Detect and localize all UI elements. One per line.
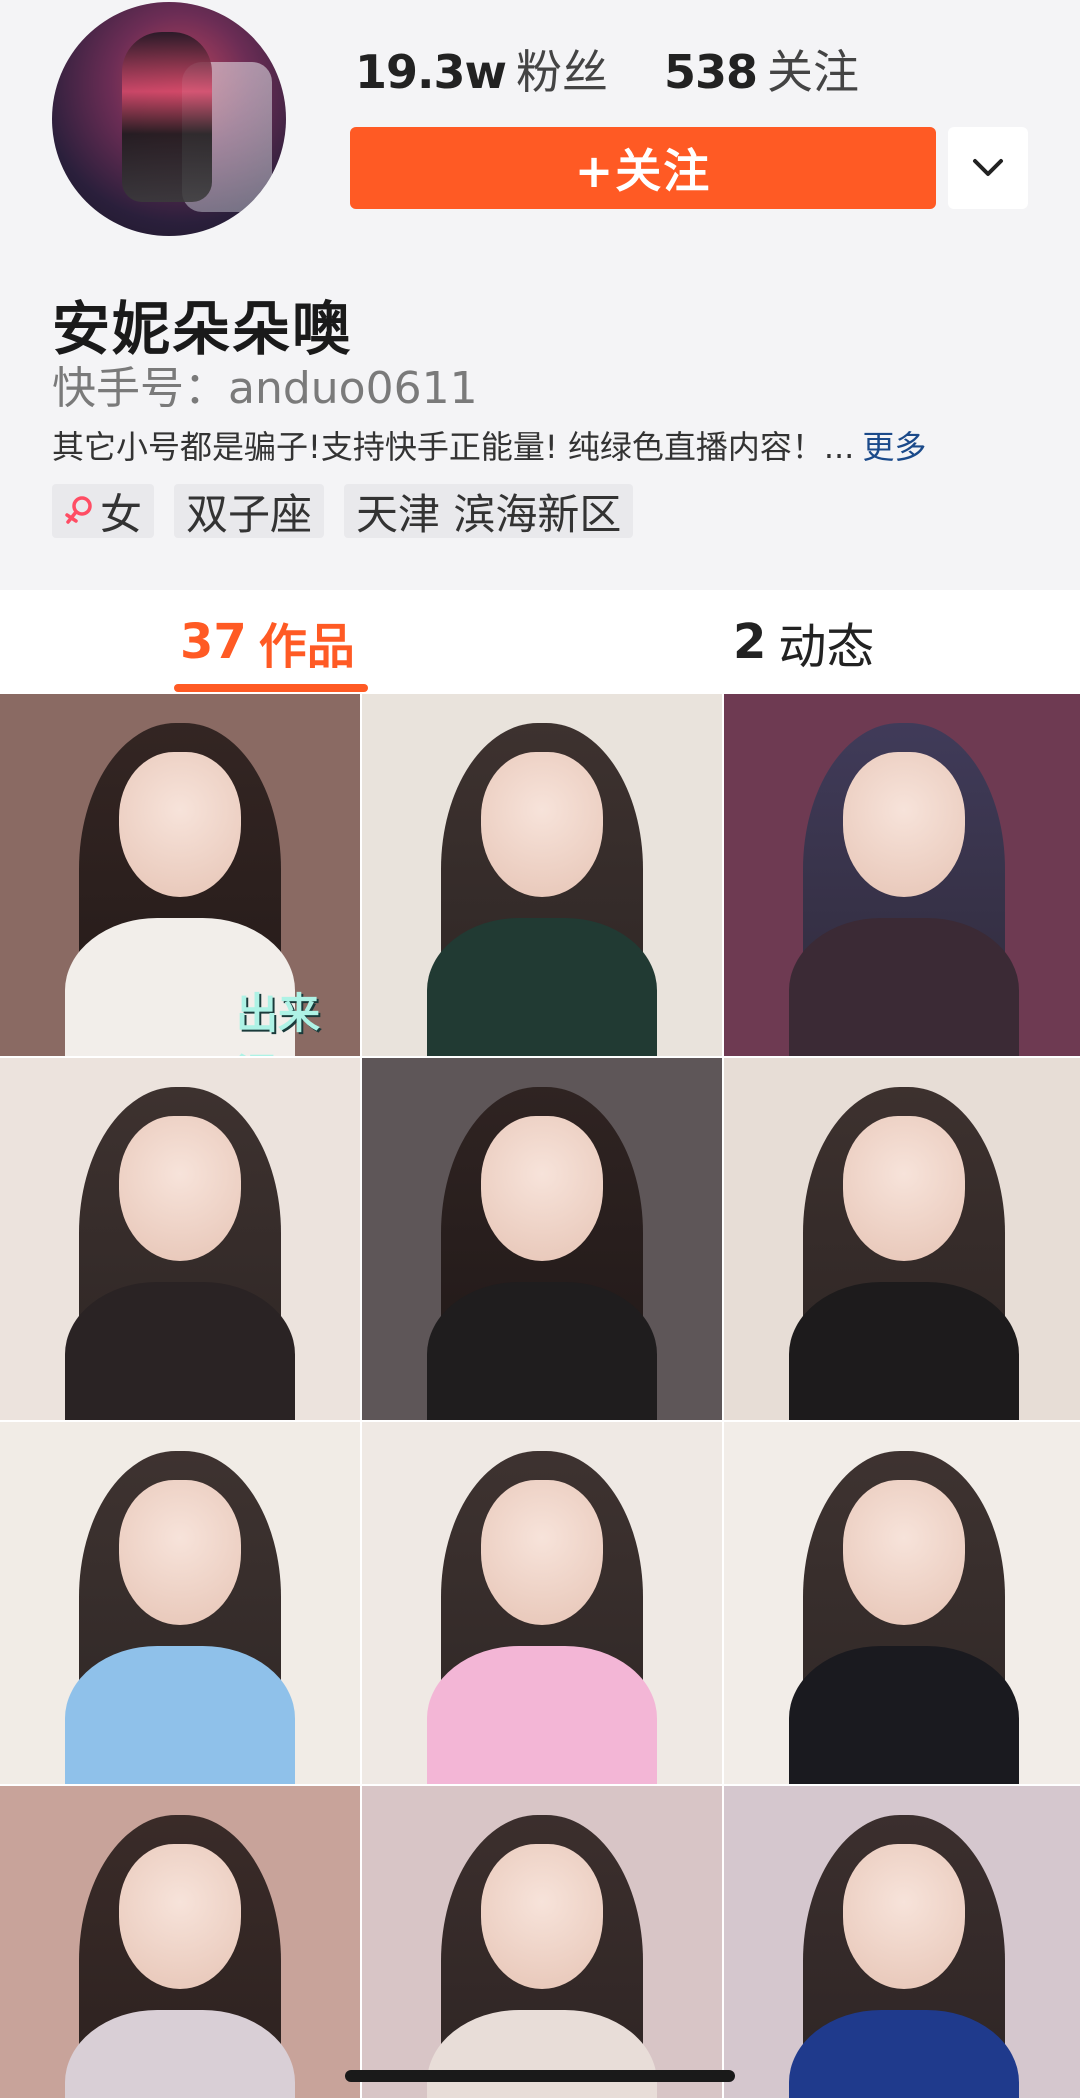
followers-label: 粉丝 (516, 45, 608, 99)
moments-count: 2 (733, 614, 767, 670)
thumbnail-face-shape (480, 1479, 604, 1625)
tag-zodiac: 双子座 (174, 484, 325, 539)
tag-location: 天津 滨海新区 (344, 484, 634, 539)
thumbnail-face-shape (118, 1843, 242, 1989)
thumbnail-overlay-text: 出来混 (236, 989, 321, 1056)
thumbnail-body-shape (788, 1646, 1020, 1784)
kuaishou-id: 快手号：anduo0611 (52, 363, 478, 414)
tag-zodiac-label: 双子座 (186, 489, 313, 539)
thumbnail-body-shape (64, 1282, 296, 1420)
tag-location-label: 天津 滨海新区 (356, 489, 622, 539)
video-thumbnail[interactable] (0, 1786, 360, 2098)
video-thumbnail[interactable] (0, 1422, 360, 1784)
profile-page: 19.3w 粉丝 538 关注 +关注 安妮朵朵噢 快手号：anduo0611 其它… (0, 0, 1080, 2098)
video-thumbnail[interactable]: 出来混 (0, 694, 360, 1056)
thumbnail-body-shape (64, 1646, 296, 1784)
female-icon (65, 496, 92, 524)
thumbnail-body-shape (788, 1282, 1020, 1420)
works-count: 37 (180, 614, 247, 670)
works-label: 作品 (258, 619, 355, 675)
thumbnail-body-shape (426, 918, 658, 1056)
video-thumbnail[interactable] (362, 694, 722, 1056)
chevron-down-icon (973, 159, 1003, 176)
thumbnail-face-shape (480, 1843, 604, 1989)
video-thumbnail[interactable] (0, 1058, 360, 1420)
bio-text: 其它小号都是骗子!支持快手正能量! 纯绿色直播内容！... (52, 428, 855, 466)
video-thumbnail[interactable] (362, 1058, 722, 1420)
thumbnail-face-shape (480, 1115, 604, 1261)
video-thumbnail[interactable] (724, 1422, 1080, 1784)
thumbnail-face-shape (842, 751, 966, 897)
bio-more-link[interactable]: 更多 (862, 428, 926, 466)
content-tabs: 37 作品 2 动态 (0, 590, 1080, 694)
thumbnail-face-shape (480, 751, 604, 897)
profile-stats: 19.3w 粉丝 538 关注 (355, 36, 859, 99)
thumbnail-body-shape (426, 1646, 658, 1784)
followers-stat[interactable]: 19.3w 粉丝 (355, 36, 608, 102)
thumbnail-face-shape (842, 1115, 966, 1261)
profile-tags: 女 双子座 天津 滨海新区 (52, 484, 634, 539)
avatar[interactable] (52, 2, 286, 236)
follow-button[interactable]: +关注 (350, 127, 936, 209)
home-indicator[interactable] (345, 2070, 735, 2082)
more-options-button[interactable] (948, 127, 1028, 209)
video-thumbnail[interactable] (724, 694, 1080, 1056)
thumbnail-body-shape (788, 918, 1020, 1056)
tag-gender-label: 女 (100, 489, 143, 539)
works-grid: 出来混 (0, 694, 1080, 2098)
active-tab-indicator (174, 684, 368, 692)
thumbnail-face-shape (118, 751, 242, 897)
tab-works[interactable]: 37 作品 (180, 590, 355, 694)
thumbnail-face-shape (118, 1479, 242, 1625)
following-count: 538 (664, 45, 758, 99)
bio: 其它小号都是骗子!支持快手正能量! 纯绿色直播内容！... 更多 (52, 422, 926, 468)
followers-count: 19.3w (355, 45, 507, 99)
thumbnail-face-shape (118, 1115, 242, 1261)
avatar-figure-shape (122, 32, 212, 202)
video-thumbnail[interactable] (724, 1058, 1080, 1420)
thumbnail-body-shape (426, 1282, 658, 1420)
following-label: 关注 (767, 45, 860, 99)
tab-moments[interactable]: 2 动态 (733, 590, 874, 694)
thumbnail-face-shape (842, 1479, 966, 1625)
video-thumbnail[interactable] (724, 1786, 1080, 2098)
tag-gender: 女 (52, 484, 155, 539)
video-thumbnail[interactable] (362, 1786, 722, 2098)
moments-label: 动态 (778, 619, 875, 675)
following-stat[interactable]: 538 关注 (664, 36, 859, 102)
thumbnail-face-shape (842, 1843, 966, 1989)
video-thumbnail[interactable] (362, 1422, 722, 1784)
